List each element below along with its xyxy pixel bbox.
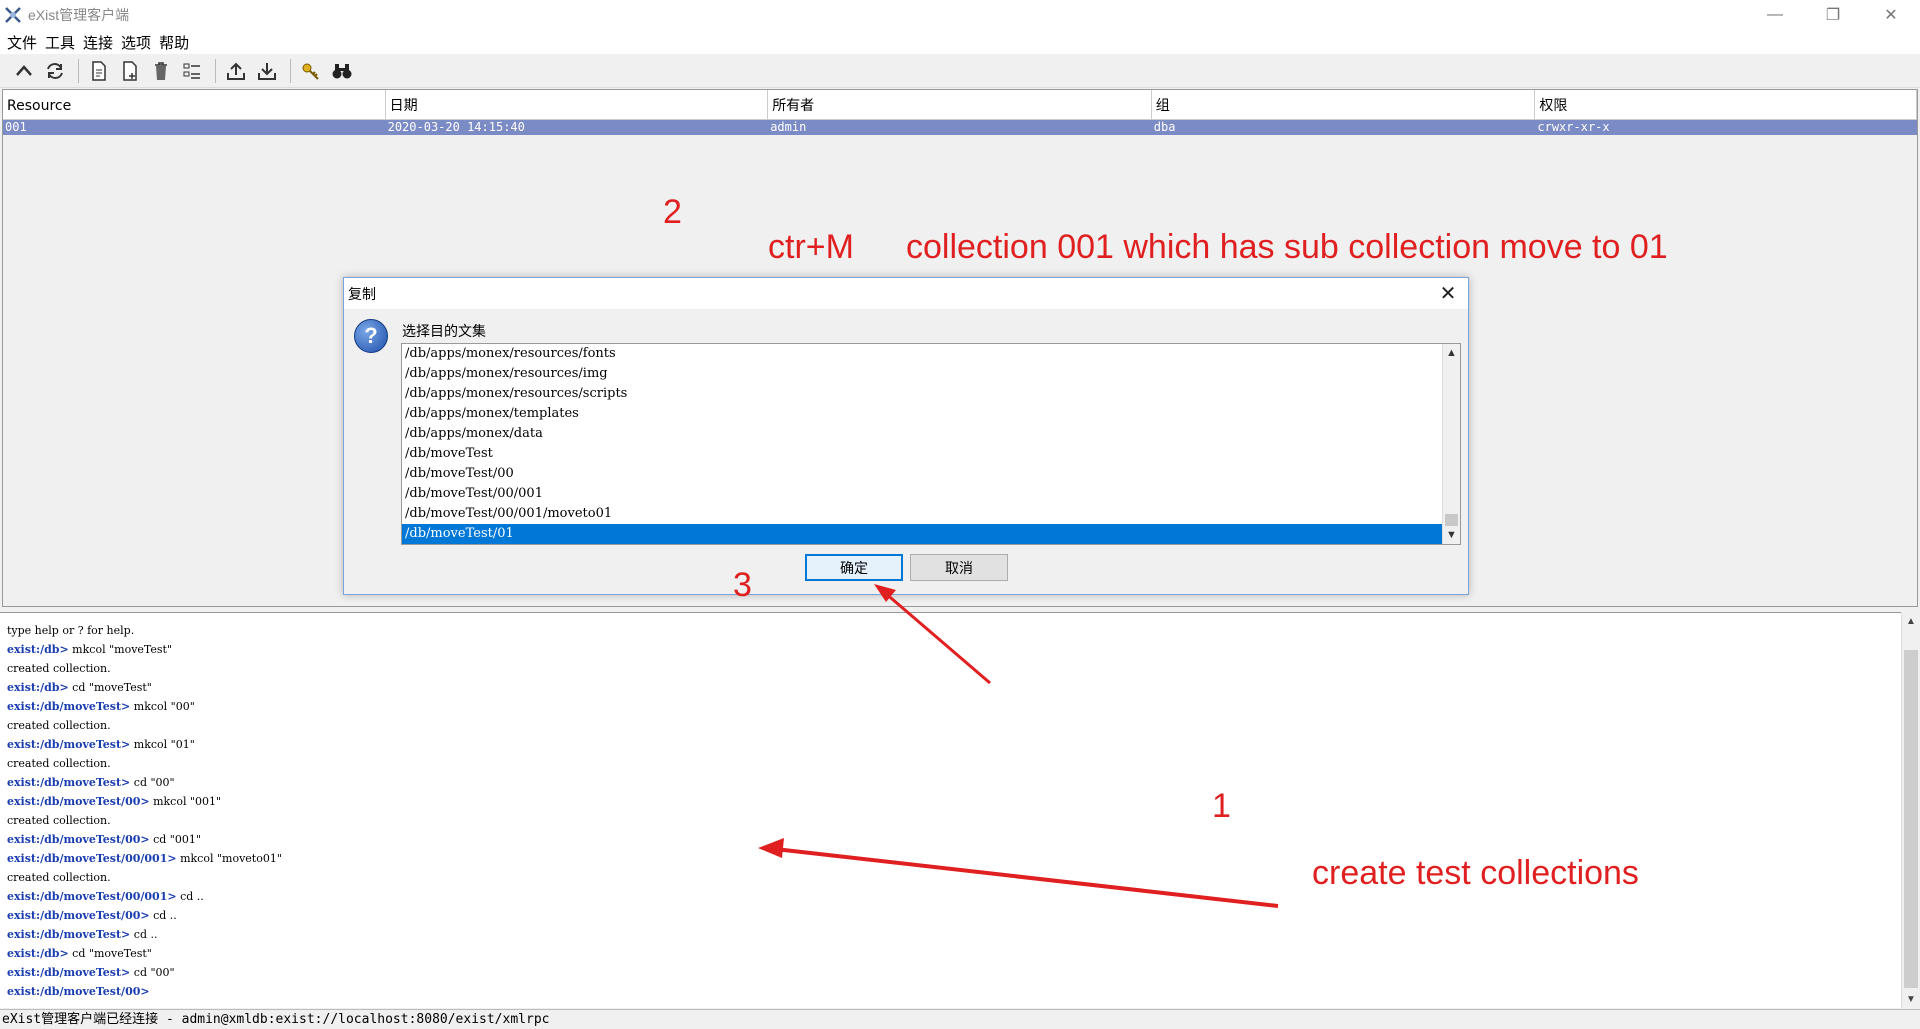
arrow-to-console	[758, 838, 1279, 908]
arrow-to-ok-button	[874, 584, 991, 685]
annotation-arrows	[758, 584, 1279, 908]
status-bar: eXist管理客户端已经连接 - admin@xmldb:exist://loc…	[0, 1009, 1920, 1029]
